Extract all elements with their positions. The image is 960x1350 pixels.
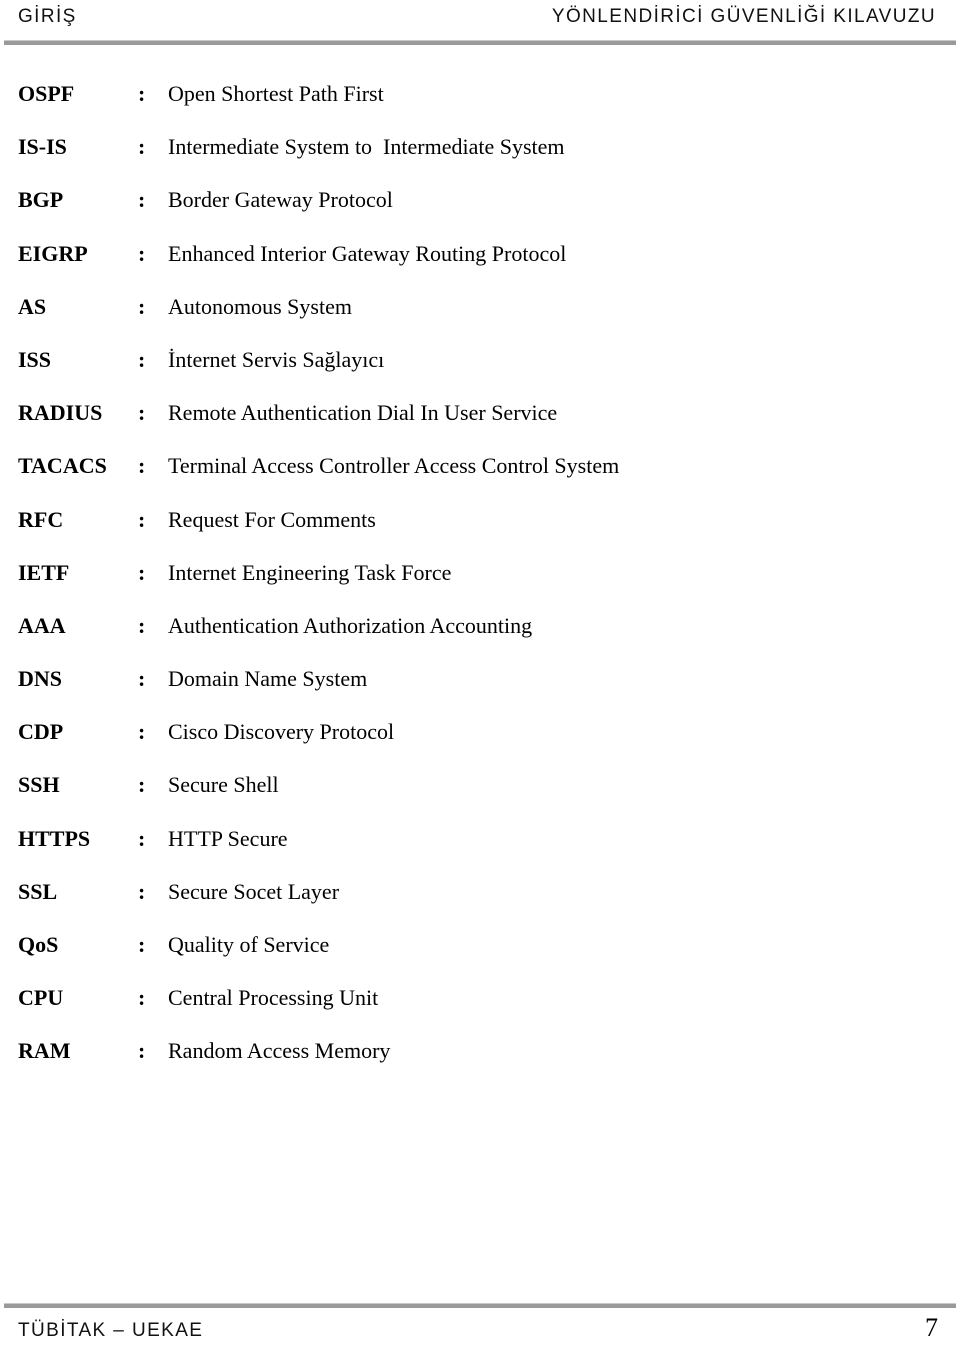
abbreviation-definition: Secure Shell bbox=[168, 772, 279, 798]
abbreviation-separator: : bbox=[138, 187, 146, 213]
abbreviation-separator: : bbox=[138, 825, 146, 851]
footer-page-number: 7 bbox=[925, 1313, 938, 1342]
abbreviation-term: CDP bbox=[18, 719, 64, 745]
abbreviation-term: RAM bbox=[18, 1038, 71, 1064]
header-section-label: GİRİŞ bbox=[18, 6, 77, 27]
abbreviation-row: RFC: Request For Comments bbox=[0, 506, 960, 561]
abbreviation-definition: Terminal Access Controller Access Contro… bbox=[168, 453, 620, 479]
abbreviation-term: RADIUS bbox=[18, 400, 103, 426]
abbreviation-row: BGP: Border Gateway Protocol bbox=[0, 188, 960, 241]
running-footer: TÜBİTAK – UEKAE 7 bbox=[0, 1313, 960, 1350]
abbreviation-term: DNS bbox=[18, 666, 63, 692]
abbreviation-term: RFC bbox=[18, 506, 64, 532]
abbreviation-term: HTTPS bbox=[18, 825, 91, 851]
abbreviation-row: HTTPS: HTTP Secure bbox=[0, 825, 960, 880]
footer-organization-label: TÜBİTAK – UEKAE bbox=[18, 1320, 204, 1341]
abbreviation-row: QoS: Quality of Service bbox=[0, 932, 960, 986]
abbreviation-definition: Autonomous System bbox=[168, 293, 352, 319]
abbreviation-row: OSPF: Open Shortest Path First bbox=[0, 81, 960, 135]
abbreviation-row: IETF: Internet Engineering Task Force bbox=[0, 559, 960, 614]
abbreviation-definition: İnternet Servis Sağlayıcı bbox=[168, 346, 385, 372]
abbreviation-definition: Request For Comments bbox=[168, 506, 376, 532]
abbreviation-definition: Central Processing Unit bbox=[168, 985, 379, 1011]
abbreviation-term: TACACS bbox=[18, 453, 107, 479]
abbreviation-separator: : bbox=[138, 772, 146, 798]
abbreviation-row: AAA: Authentication Authorization Account… bbox=[0, 612, 960, 667]
document-page: GİRİŞ YÖNLENDİRİCİ GÜVENLİĞİ KILAVUZU OS… bbox=[0, 0, 960, 1350]
footer-divider-rule bbox=[4, 1303, 956, 1308]
abbreviation-definition: Cisco Discovery Protocol bbox=[168, 719, 395, 745]
abbreviation-row: IS-IS: Intermediate System to Intermediat… bbox=[0, 134, 960, 188]
abbreviation-separator: : bbox=[138, 400, 146, 426]
abbreviation-row: ISS: İnternet Servis Sağlayıcı bbox=[0, 346, 960, 401]
abbreviation-list: OSPF: Open Shortest Path First IS-IS: Inter… bbox=[0, 81, 960, 1093]
abbreviation-row: SSH: Secure Shell bbox=[0, 773, 960, 826]
abbreviation-term: EIGRP bbox=[18, 240, 88, 266]
abbreviation-separator: : bbox=[138, 293, 146, 319]
abbreviation-separator: : bbox=[138, 559, 146, 585]
abbreviation-term: OSPF bbox=[18, 81, 75, 106]
header-divider-rule bbox=[4, 40, 956, 45]
abbreviation-term: SSH bbox=[18, 772, 60, 798]
abbreviation-term: IETF bbox=[18, 559, 70, 585]
abbreviation-term: AS bbox=[18, 293, 47, 319]
abbreviation-definition: HTTP Secure bbox=[168, 825, 288, 851]
abbreviation-definition: Quality of Service bbox=[168, 932, 330, 957]
abbreviation-term: AAA bbox=[18, 612, 66, 638]
abbreviation-row: RAM: Random Access Memory bbox=[0, 1039, 960, 1092]
abbreviation-separator: : bbox=[138, 240, 146, 266]
header-document-title: YÖNLENDİRİCİ GÜVENLİĞİ KILAVUZU bbox=[551, 6, 936, 27]
abbreviation-term: SSL bbox=[18, 878, 58, 904]
abbreviation-separator: : bbox=[138, 453, 146, 479]
abbreviation-row: EIGRP: Enhanced Interior Gateway Routing … bbox=[0, 240, 960, 295]
abbreviation-separator: : bbox=[138, 506, 146, 532]
abbreviation-term: CPU bbox=[18, 985, 64, 1011]
abbreviation-separator: : bbox=[138, 985, 146, 1011]
abbreviation-separator: : bbox=[138, 666, 146, 692]
abbreviation-definition: Enhanced Interior Gateway Routing Protoc… bbox=[168, 240, 567, 266]
abbreviation-term: BGP bbox=[18, 187, 64, 213]
abbreviation-row: TACACS: Terminal Access Controller Access… bbox=[0, 454, 960, 507]
abbreviation-term: IS-IS bbox=[18, 134, 67, 160]
abbreviation-definition: Authentication Authorization Accounting bbox=[168, 612, 533, 638]
abbreviation-row: CPU: Central Processing Unit bbox=[0, 985, 960, 1039]
abbreviation-row: CDP: Cisco Discovery Protocol bbox=[0, 720, 960, 773]
abbreviation-definition: Remote Authentication Dial In User Servi… bbox=[168, 400, 558, 426]
abbreviation-row: AS: Autonomous System bbox=[0, 293, 960, 348]
abbreviation-definition: Random Access Memory bbox=[168, 1038, 391, 1064]
abbreviation-row: SSL: Secure Socet Layer bbox=[0, 878, 960, 933]
abbreviation-separator: : bbox=[138, 134, 146, 160]
running-footer-row: TÜBİTAK – UEKAE 7 bbox=[18, 1313, 938, 1344]
abbreviation-separator: : bbox=[138, 346, 146, 372]
abbreviation-row: DNS: Domain Name System bbox=[0, 666, 960, 720]
abbreviation-separator: : bbox=[138, 719, 146, 745]
abbreviation-separator: : bbox=[138, 932, 146, 957]
abbreviation-definition: Internet Engineering Task Force bbox=[168, 559, 452, 585]
abbreviation-definition: Domain Name System bbox=[168, 666, 368, 692]
abbreviation-definition: Secure Socet Layer bbox=[168, 878, 340, 904]
running-header-row: GİRİŞ YÖNLENDİRİCİ GÜVENLİĞİ KILAVUZU bbox=[18, 6, 938, 28]
abbreviation-definition: Open Shortest Path First bbox=[168, 81, 384, 106]
abbreviation-definition: Intermediate System to Intermediate Syst… bbox=[168, 134, 565, 160]
abbreviation-definition: Border Gateway Protocol bbox=[168, 187, 393, 213]
abbreviation-separator: : bbox=[138, 612, 146, 638]
abbreviation-term: ISS bbox=[18, 346, 52, 372]
abbreviation-separator: : bbox=[138, 81, 146, 106]
abbreviation-separator: : bbox=[138, 878, 146, 904]
abbreviation-separator: : bbox=[138, 1038, 146, 1064]
abbreviation-row: RADIUS: Remote Authentication Dial In Use… bbox=[0, 400, 960, 454]
abbreviation-term: QoS bbox=[18, 932, 59, 957]
